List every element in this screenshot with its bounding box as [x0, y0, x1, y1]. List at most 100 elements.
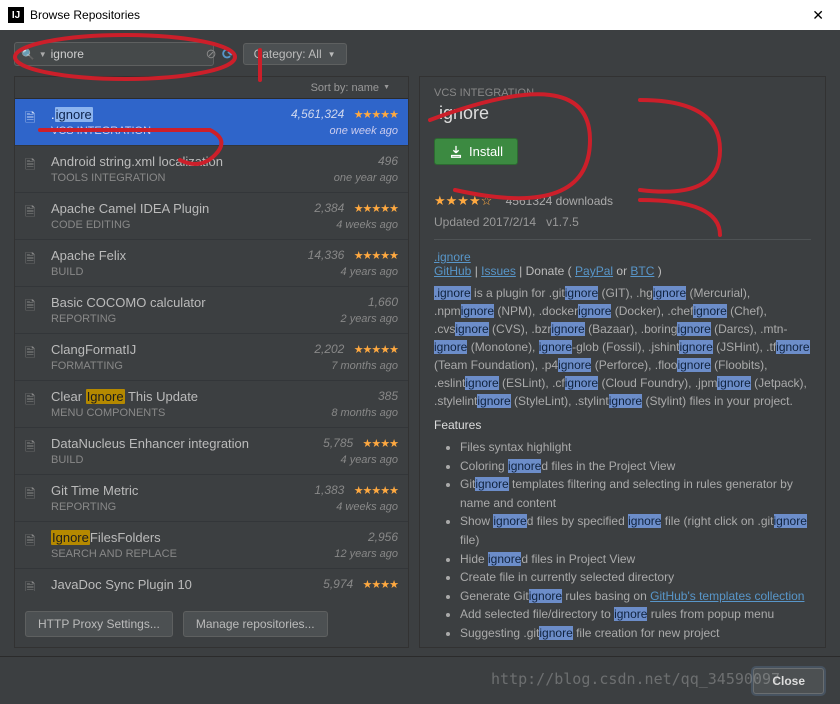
item-downloads: 1,383	[314, 483, 344, 497]
item-date: 7 months ago	[288, 360, 398, 372]
item-stars: ★★★★★	[354, 109, 398, 121]
item-category: VCS INTEGRATION	[51, 125, 288, 137]
plugin-icon: 🗎	[25, 438, 43, 466]
repository-list-item[interactable]: 🗎 JavaDoc Sync Plugin 10 5,974 ★★★★	[15, 569, 408, 591]
feature-item: Files syntax highlight	[460, 438, 811, 457]
repository-list-item[interactable]: 🗎Basic COCOMO calculatorREPORTING1,6602 …	[15, 287, 408, 334]
detail-description: .ignore is a plugin for .gitignore (GIT)…	[434, 284, 811, 410]
item-stars: ★★★★★	[354, 485, 398, 497]
repository-list-item[interactable]: 🗎Apache Camel IDEA PluginCODE EDITING2,3…	[15, 193, 408, 240]
repository-list-item[interactable]: 🗎ClangFormatIJFORMATTING2,202 ★★★★★7 mon…	[15, 334, 408, 381]
repository-list-item[interactable]: 🗎IgnoreFilesFoldersSEARCH AND REPLACE2,9…	[15, 522, 408, 569]
repository-list-item[interactable]: 🗎Git Time MetricREPORTING1,383 ★★★★★4 we…	[15, 475, 408, 522]
item-date: 8 months ago	[288, 407, 398, 419]
install-button[interactable]: Install	[434, 138, 518, 165]
feature-item: Coloring ignored files in the Project Vi…	[460, 457, 811, 476]
sort-header[interactable]: Sort by: name ▼	[15, 77, 408, 99]
detail-panel: VCS INTEGRATION .ignore Install ★★★★☆ 45…	[419, 76, 826, 648]
sort-label: Sort by: name	[311, 82, 379, 94]
item-stars: ★★★★	[363, 579, 398, 591]
feature-item: Gitignore templates filtering and select…	[460, 475, 811, 512]
category-filter-button[interactable]: Category: All ▼	[243, 43, 347, 65]
github-link[interactable]: GitHub	[434, 264, 471, 278]
features-heading: Features	[434, 418, 811, 432]
item-date: 4 years ago	[288, 266, 398, 278]
list-actions: HTTP Proxy Settings... Manage repositori…	[15, 601, 408, 647]
name-link[interactable]: .ignore	[434, 250, 471, 264]
item-downloads: 5,785	[323, 436, 353, 450]
item-downloads: 496	[378, 154, 398, 168]
category-label: Category: All	[254, 47, 322, 61]
feature-item: Entries inspection (duplicated, covered,…	[460, 643, 811, 648]
repository-list-item[interactable]: 🗎 DataNucleus Enhancer integration BUILD 5,…	[15, 428, 408, 475]
item-stars: ★★★★★	[354, 203, 398, 215]
repository-list-item[interactable]: 🗎.ignoreVCS INTEGRATION4,561,324 ★★★★★on…	[15, 99, 408, 146]
app-logo-icon: IJ	[8, 7, 24, 23]
item-category: REPORTING	[51, 313, 288, 325]
item-downloads: 2,956	[368, 530, 398, 544]
repository-list-panel: Sort by: name ▼ 🗎.ignoreVCS INTEGRATION4…	[14, 76, 409, 648]
chevron-down-icon: ▼	[383, 84, 390, 91]
item-category: CODE EDITING	[51, 219, 288, 231]
item-date: 4 weeks ago	[288, 501, 398, 513]
search-icon: 🔍	[21, 48, 35, 61]
chevron-down-icon: ▼	[328, 50, 336, 59]
item-date: 12 years ago	[288, 548, 398, 560]
download-icon	[449, 145, 463, 159]
plugin-icon: 🗎	[25, 579, 43, 591]
close-button[interactable]: Close	[753, 668, 824, 694]
feature-item: Generate Gitignore rules basing on GitHu…	[460, 587, 811, 606]
item-downloads: 1,660	[368, 295, 398, 309]
search-input-container[interactable]: 🔍 ▼ ⊘	[14, 42, 214, 66]
item-name: Git Time Metric	[51, 483, 288, 498]
item-name: Basic COCOMO calculator	[51, 295, 288, 310]
item-stars: ★★★★★	[354, 344, 398, 356]
toolbar: 🔍 ▼ ⊘ ⟳ Category: All ▼	[14, 42, 826, 66]
item-name: IgnoreFilesFolders	[51, 530, 288, 545]
repository-list-item[interactable]: 🗎Clear Ignore This UpdateMENU COMPONENTS…	[15, 381, 408, 428]
item-category: MENU COMPONENTS	[51, 407, 288, 419]
feature-item: Show ignored files by specified ignore f…	[460, 512, 811, 549]
item-category: TOOLS INTEGRATION	[51, 172, 288, 184]
detail-links: .ignore GitHub | Issues | Donate ( PayPa…	[434, 250, 811, 278]
item-downloads: 5,974	[323, 577, 353, 591]
issues-link[interactable]: Issues	[481, 264, 516, 278]
item-category: BUILD	[51, 454, 288, 466]
item-name: JavaDoc Sync Plugin 10	[51, 577, 288, 591]
item-downloads: 2,384	[314, 201, 344, 215]
content-area: 🔍 ▼ ⊘ ⟳ Category: All ▼ Sort by: name ▼ …	[0, 30, 840, 656]
item-downloads: 2,202	[314, 342, 344, 356]
plugin-icon: 🗎	[25, 391, 43, 419]
repository-list-item[interactable]: 🗎Apache FelixBUILD14,336 ★★★★★4 years ag…	[15, 240, 408, 287]
detail-category: VCS INTEGRATION	[434, 87, 811, 99]
item-name: DataNucleus Enhancer integration	[51, 436, 288, 451]
paypal-link[interactable]: PayPal	[575, 264, 613, 278]
chevron-down-icon[interactable]: ▼	[39, 50, 47, 59]
btc-link[interactable]: BTC	[630, 264, 654, 278]
feature-item: Create file in currently selected direct…	[460, 568, 811, 587]
plugin-icon: 🗎	[25, 344, 43, 372]
clear-search-button[interactable]: ⊘	[206, 46, 217, 62]
item-category: FORMATTING	[51, 360, 288, 372]
window-close-button[interactable]: ✕	[804, 7, 832, 24]
main-split: Sort by: name ▼ 🗎.ignoreVCS INTEGRATION4…	[14, 76, 826, 648]
item-name: Android string.xml localization	[51, 154, 288, 169]
manage-repos-button[interactable]: Manage repositories...	[183, 611, 328, 637]
item-stars: ★★★★★	[354, 250, 398, 262]
item-downloads: 385	[378, 389, 398, 403]
install-label: Install	[469, 144, 503, 159]
http-proxy-button[interactable]: HTTP Proxy Settings...	[25, 611, 173, 637]
search-input[interactable]	[51, 47, 206, 61]
detail-updated: Updated 2017/2/14 v1.7.5	[434, 215, 811, 229]
item-category: SEARCH AND REPLACE	[51, 548, 288, 560]
refresh-icon[interactable]: ⟳	[222, 45, 235, 63]
detail-downloads: 4561324 downloads	[506, 194, 613, 208]
item-name: .ignore	[51, 107, 288, 122]
divider	[434, 239, 811, 240]
plugin-icon: 🗎	[25, 109, 43, 137]
repository-list-item[interactable]: 🗎Android string.xml localizationTOOLS IN…	[15, 146, 408, 193]
repository-list[interactable]: 🗎.ignoreVCS INTEGRATION4,561,324 ★★★★★on…	[15, 99, 408, 591]
window-title: Browse Repositories	[30, 8, 804, 22]
item-downloads: 4,561,324	[291, 107, 344, 121]
item-date: 4 years ago	[288, 454, 398, 466]
